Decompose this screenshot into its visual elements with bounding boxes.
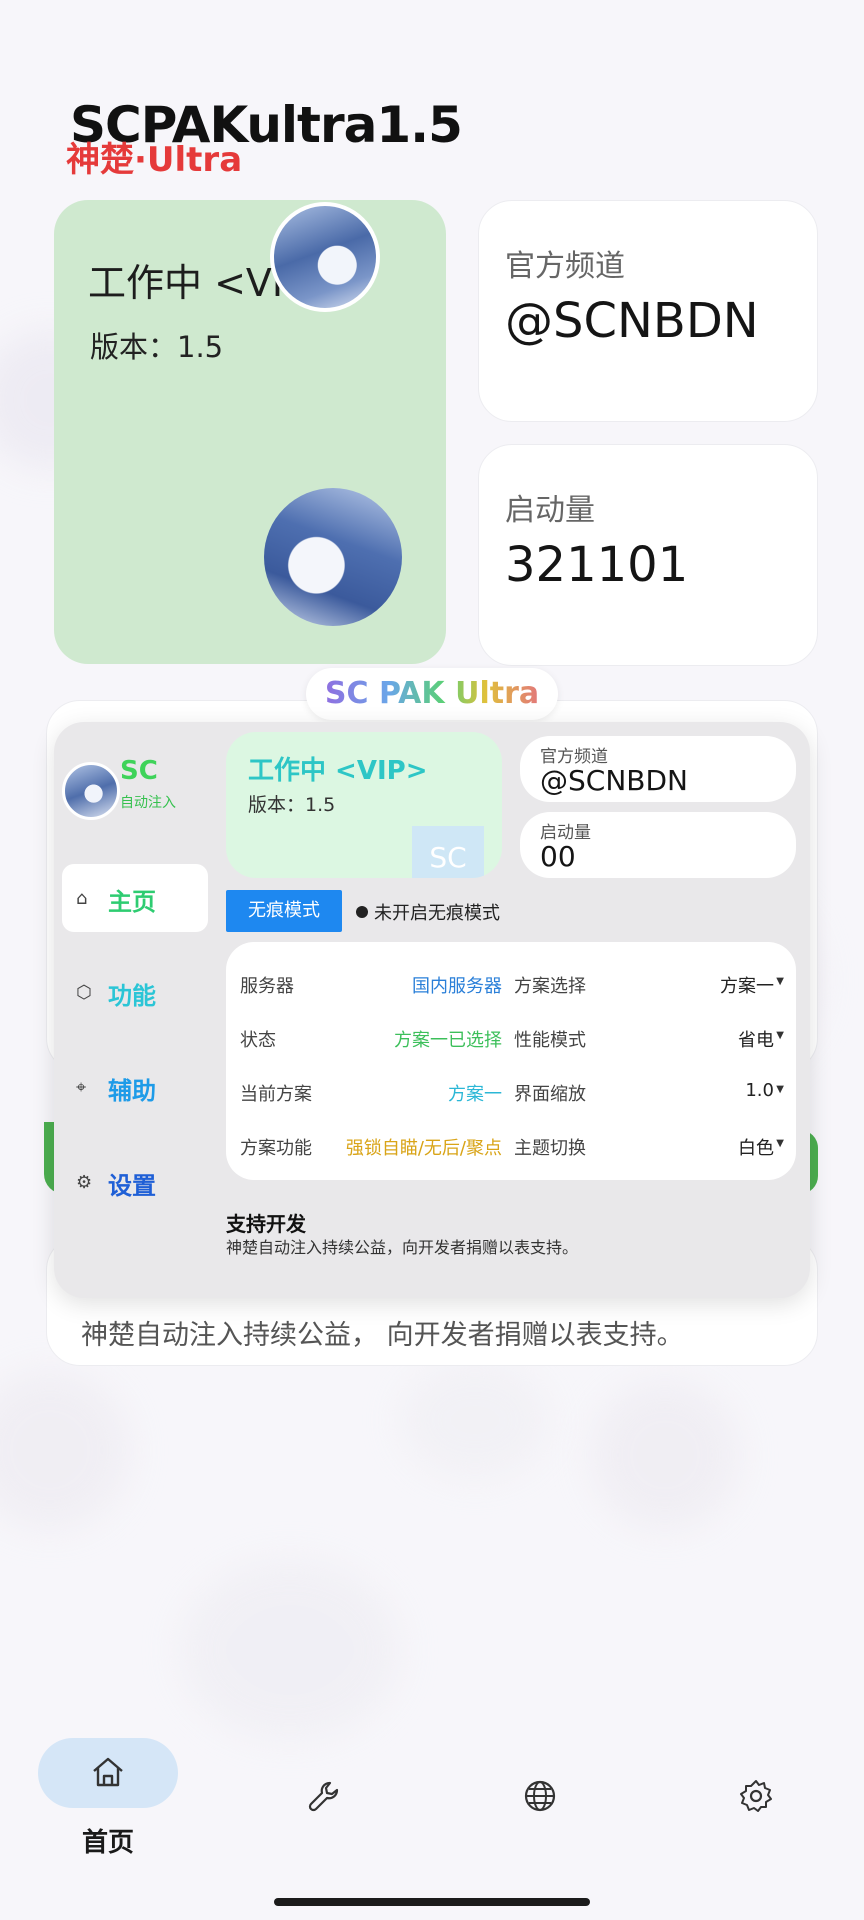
launch-count-label: 启动量 — [505, 493, 595, 528]
setting-label: 方案功能 — [240, 1138, 312, 1159]
overlay-nav-label: 辅助 — [108, 1077, 156, 1105]
launch-count-value: 321101 — [505, 537, 689, 593]
overlay-sc-badge: SC — [412, 826, 484, 878]
settings-grid: 服务器 国内服务器 方案选择 方案一 ▼ 状态 方案一已选择 性能模式 省电 ▼… — [226, 942, 796, 1180]
dropdown-caret-icon: ▼ — [776, 1030, 784, 1041]
avatar — [270, 202, 380, 312]
home-icon — [38, 1752, 178, 1796]
settings-row: 状态 方案一已选择 性能模式 省电 ▼ — [226, 1012, 796, 1062]
settings-row: 当前方案 方案一 界面缩放 1.0 ▼ — [226, 1066, 796, 1116]
overlay-support-text: 神楚自动注入持续公益，向开发者捐赠以表支持。 — [226, 1238, 579, 1257]
overlay-launch-value: 00 — [540, 840, 576, 873]
setting-label: 服务器 — [240, 976, 294, 997]
overlay-nav-settings[interactable]: ⚙ 设置 — [62, 1148, 208, 1216]
overlay-status-card: 工作中 <VIP> 版本：1.5 SC — [226, 732, 502, 878]
overlay-nav-label: 设置 — [108, 1172, 156, 1200]
background-decoration — [400, 1360, 550, 1480]
status-card[interactable]: 工作中 <VIP> 版本：1.5 — [54, 200, 446, 664]
overlay-channel-card: 官方频道 @SCNBDN — [520, 736, 796, 802]
setting-label: 性能模式 — [514, 1030, 586, 1051]
background-decoration — [0, 1370, 130, 1530]
cube-icon: ⬡ — [76, 982, 92, 1003]
tab-network[interactable] — [470, 1738, 610, 1858]
background-decoration — [590, 1380, 740, 1530]
tab-label: 首页 — [81, 1828, 134, 1858]
brand-pill-text: SC PAK Ultra — [324, 676, 540, 711]
wrench-icon — [254, 1778, 394, 1818]
crosshair-icon: ⌖ — [76, 1077, 87, 1098]
setting-label: 方案选择 — [514, 976, 586, 997]
channel-card[interactable]: 官方频道 @SCNBDN — [478, 200, 818, 422]
overlay-launch-card: 启动量 00 — [520, 812, 796, 878]
overlay-support-title: 支持开发 — [226, 1212, 306, 1236]
app-subtitle: 神楚·Ultra — [66, 140, 243, 180]
setting-label: 状态 — [240, 1030, 276, 1051]
channel-label: 官方频道 — [505, 249, 625, 284]
support-text: 神楚自动注入持续公益， 向开发者捐赠以表支持。 — [81, 1320, 684, 1351]
setting-label: 主题切换 — [514, 1138, 586, 1159]
dropdown-caret-icon: ▼ — [776, 976, 784, 987]
status-version: 版本：1.5 — [90, 330, 224, 364]
performance-mode-select[interactable]: 省电 — [738, 1026, 774, 1052]
dropdown-caret-icon: ▼ — [776, 1084, 784, 1095]
overlay-status-title: 工作中 <VIP> — [248, 756, 428, 786]
ui-scale-select[interactable]: 1.0 — [745, 1080, 774, 1101]
overlay-channel-value: @SCNBDN — [540, 764, 688, 797]
avatar — [264, 488, 402, 626]
setting-label: 当前方案 — [240, 1084, 312, 1105]
setting-value: 方案一 — [448, 1084, 502, 1105]
settings-row: 方案功能 强锁自瞄/无后/聚点 主题切换 白色 ▼ — [226, 1120, 796, 1170]
setting-value: 方案一已选择 — [394, 1030, 502, 1051]
overlay-avatar — [62, 762, 120, 820]
trace-mode-button[interactable]: 无痕模式 — [226, 890, 342, 932]
overlay-nav-assist[interactable]: ⌖ 辅助 — [62, 1053, 208, 1121]
setting-value: 国内服务器 — [412, 976, 502, 997]
trace-mode-status: 未开启无痕模式 — [374, 903, 500, 924]
overlay-brand: SC — [120, 756, 158, 786]
tab-tools[interactable] — [254, 1738, 394, 1858]
home-indicator[interactable] — [274, 1898, 590, 1906]
gear-icon: ⚙ — [76, 1172, 93, 1193]
overlay-nav-label: 主页 — [108, 888, 156, 916]
theme-select[interactable]: 白色 — [738, 1134, 774, 1160]
brand-pill: SC PAK Ultra — [306, 668, 558, 720]
background-decoration — [180, 1560, 400, 1740]
overlay-brand-subtitle: 自动注入 — [120, 795, 176, 811]
overlay-status-version: 版本：1.5 — [248, 794, 336, 816]
gear-icon — [686, 1778, 826, 1818]
overlay-nav-functions[interactable]: ⬡ 功能 — [62, 958, 208, 1026]
status-dot — [356, 906, 368, 918]
launch-count-card[interactable]: 启动量 321101 — [478, 444, 818, 666]
overlay-menu[interactable]: SC 自动注入 ⌂ 主页 ⬡ 功能 ⌖ 辅助 ⚙ 设置 工作中 <VIP> 版本… — [54, 722, 810, 1298]
setting-value: 强锁自瞄/无后/聚点 — [345, 1138, 502, 1159]
home-icon: ⌂ — [76, 888, 88, 909]
overlay-nav-label: 功能 — [108, 982, 156, 1010]
tab-home[interactable]: 首页 — [38, 1738, 178, 1858]
channel-value: @SCNBDN — [505, 293, 759, 349]
dropdown-caret-icon: ▼ — [776, 1138, 784, 1149]
scheme-select[interactable]: 方案一 — [720, 972, 774, 998]
overlay-nav-home[interactable]: ⌂ 主页 — [62, 864, 208, 932]
globe-icon — [470, 1778, 610, 1818]
settings-row: 服务器 国内服务器 方案选择 方案一 ▼ — [226, 958, 796, 1008]
tab-settings[interactable] — [686, 1738, 826, 1858]
setting-label: 界面缩放 — [514, 1084, 586, 1105]
